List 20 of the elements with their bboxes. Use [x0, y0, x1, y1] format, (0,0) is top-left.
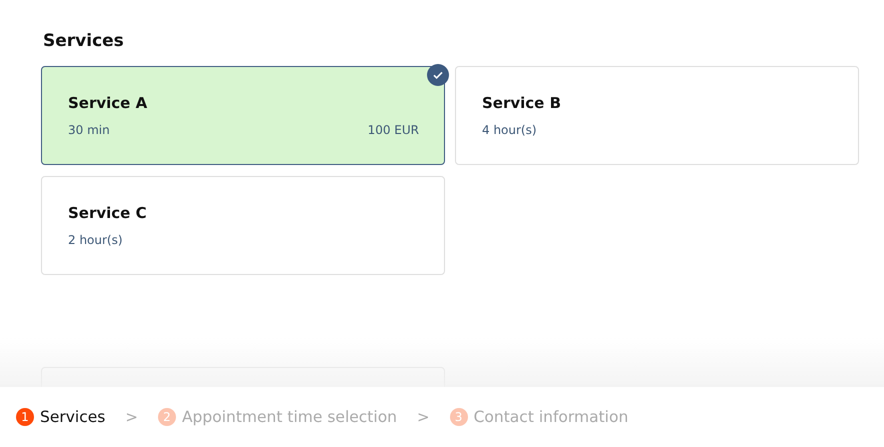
service-price: 100 EUR: [368, 123, 419, 137]
step[interactable]: 1 Services: [16, 408, 106, 426]
step-label: Appointment time selection: [182, 408, 398, 426]
service-name: Service A: [68, 93, 148, 113]
step-number: 1: [16, 408, 34, 426]
service-card[interactable]: Service C 2 hour(s): [41, 176, 445, 275]
section-title: Services: [43, 30, 125, 52]
step-number: 2: [158, 408, 176, 426]
service-duration: 30 min: [68, 123, 110, 137]
step-separator: >: [417, 408, 430, 426]
step-number: 3: [450, 408, 468, 426]
check-icon: [427, 64, 449, 86]
service-card[interactable]: Service B 4 hour(s): [455, 66, 859, 165]
service-duration: 2 hour(s): [68, 233, 123, 247]
service-duration: 4 hour(s): [482, 123, 537, 137]
step-label: Services: [40, 408, 106, 426]
step-separator: >: [125, 408, 138, 426]
service-name: Service C: [68, 203, 148, 223]
service-name: Service B: [482, 93, 562, 113]
step-label: Contact information: [474, 408, 628, 426]
